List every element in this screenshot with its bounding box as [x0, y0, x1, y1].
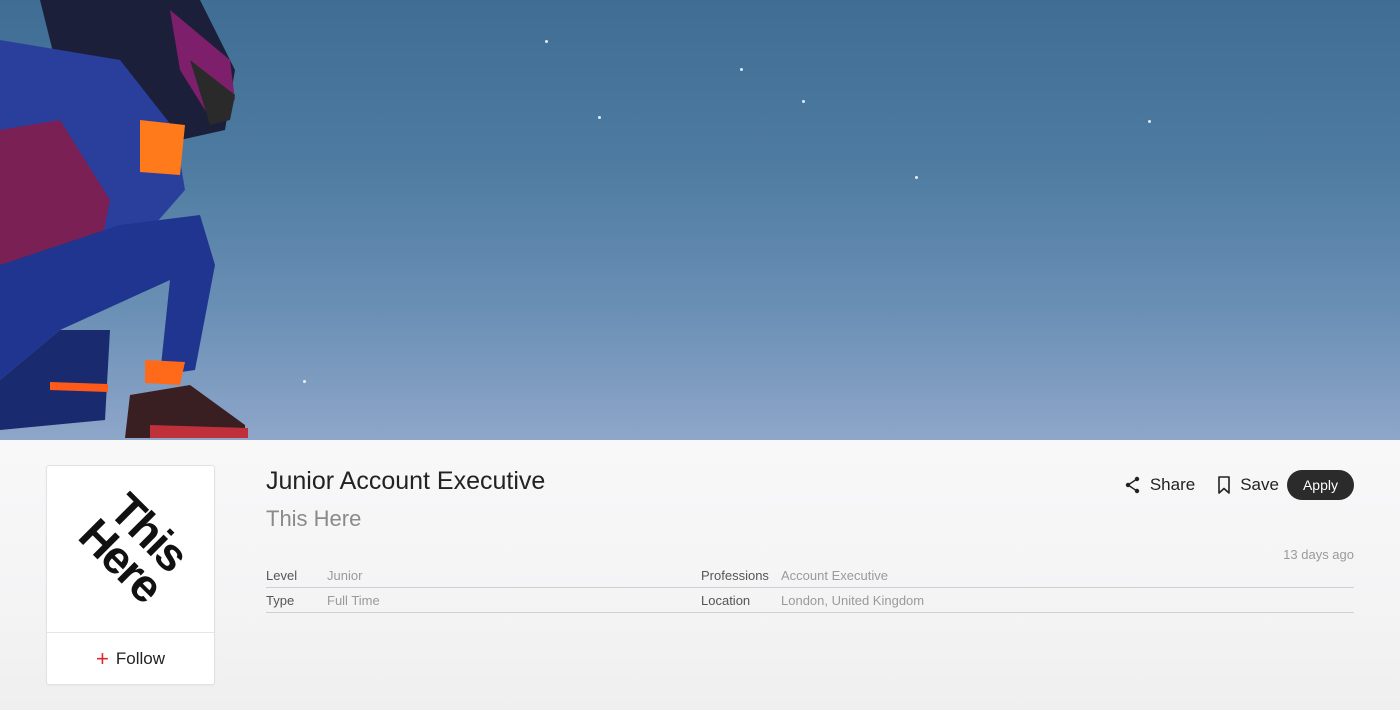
job-title: Junior Account Executive — [266, 467, 546, 495]
meta-label: Location — [701, 592, 751, 608]
follow-label: Follow — [115, 649, 165, 668]
meta-row: Type Full Time Location London, United K… — [266, 588, 1354, 613]
job-meta-table: Level Junior Professions Account Executi… — [266, 563, 1354, 613]
share-icon — [1125, 476, 1140, 494]
save-button[interactable]: Save — [1217, 475, 1279, 495]
meta-value: Junior — [327, 567, 363, 583]
share-button[interactable]: Share — [1125, 475, 1195, 495]
save-label: Save — [1240, 475, 1279, 494]
job-actions: Share Save Apply — [1125, 470, 1354, 500]
meta-value: Account Executive — [781, 567, 888, 583]
bookmark-icon — [1218, 476, 1231, 494]
posted-date: 13 days ago — [1283, 547, 1354, 562]
company-logo[interactable]: This Here — [47, 466, 214, 633]
meta-label: Level — [266, 567, 298, 583]
share-label: Share — [1149, 475, 1196, 494]
follow-button[interactable]: + Follow — [47, 634, 214, 684]
athlete-figure — [0, 0, 248, 438]
meta-label: Professions — [701, 567, 769, 583]
apply-button[interactable]: Apply — [1286, 470, 1354, 500]
hero-image — [0, 0, 1400, 440]
company-name[interactable]: This Here — [266, 506, 361, 532]
meta-value: London, United Kingdom — [781, 592, 925, 608]
meta-row: Level Junior Professions Account Executi… — [266, 563, 1354, 588]
plus-icon: + — [96, 646, 109, 671]
meta-value: Full Time — [327, 592, 380, 608]
meta-label: Type — [266, 592, 295, 608]
company-card: This Here + Follow — [46, 465, 215, 685]
logo-wordmark: This Here — [69, 482, 199, 612]
